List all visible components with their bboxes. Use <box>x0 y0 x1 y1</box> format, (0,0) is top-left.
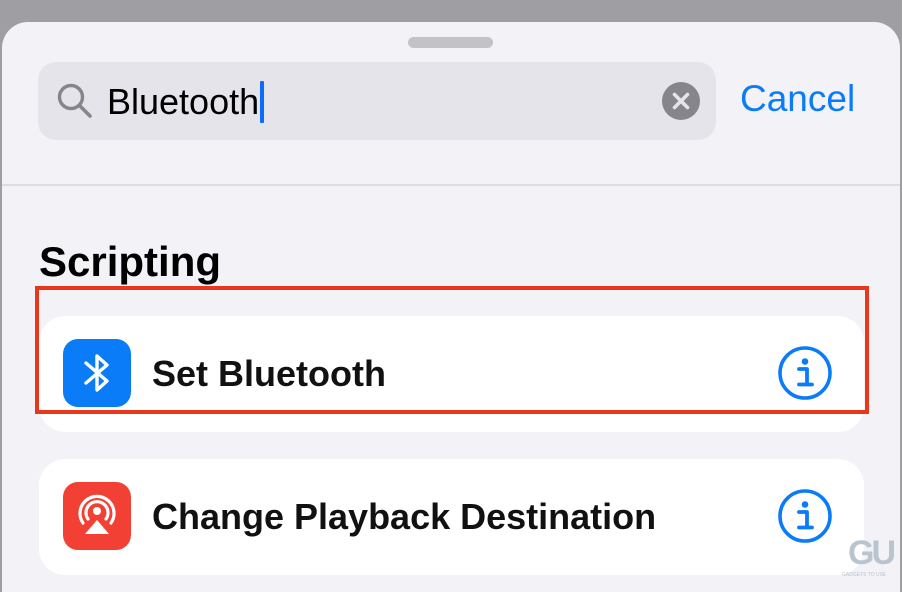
search-query-text: Bluetooth <box>107 81 260 122</box>
action-label: Change Playback Destination <box>152 496 657 537</box>
watermark-text: GADGETS TO USE <box>842 572 887 578</box>
header-divider <box>2 184 900 186</box>
search-input[interactable]: Bluetooth <box>107 81 265 123</box>
action-search-sheet: Bluetooth Cancel Scripting Set Bluetooth <box>2 22 900 592</box>
info-icon[interactable] <box>777 345 833 401</box>
info-icon[interactable] <box>777 488 833 544</box>
bluetooth-icon <box>63 339 131 407</box>
action-row-change-playback-destination[interactable]: Change Playback Destination <box>39 459 864 575</box>
action-label: Set Bluetooth <box>152 353 386 394</box>
cancel-button[interactable]: Cancel <box>740 78 855 120</box>
search-icon <box>57 83 92 118</box>
watermark-logo: GU <box>848 534 896 572</box>
text-caret <box>260 81 265 123</box>
section-title: Scripting <box>39 238 222 285</box>
action-row-set-bluetooth[interactable]: Set Bluetooth <box>39 316 864 432</box>
clear-icon[interactable] <box>661 81 701 121</box>
search-field[interactable]: Bluetooth <box>38 62 716 140</box>
watermark: GU GADGETS TO USE <box>842 536 900 582</box>
airplay-audio-icon <box>63 482 131 550</box>
sheet-grabber[interactable] <box>408 37 493 48</box>
